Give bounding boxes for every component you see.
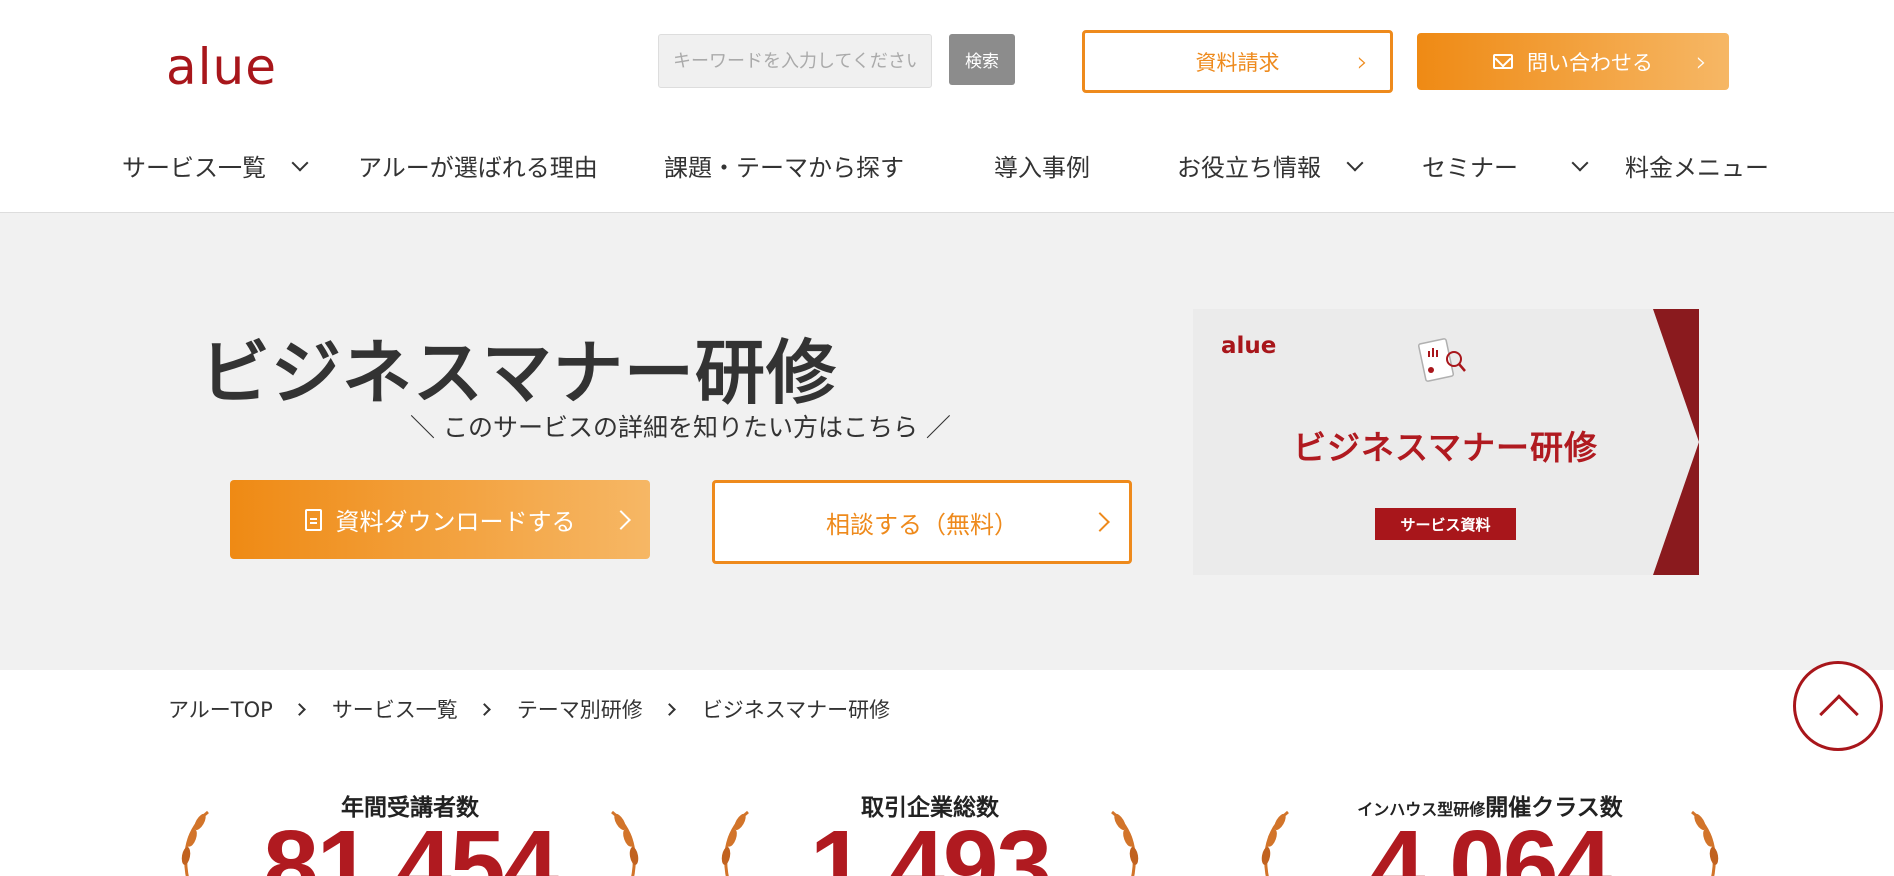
page-title: ビジネスマナー研修 — [200, 332, 837, 414]
document-icon — [304, 508, 322, 531]
breadcrumb: アルーTOP サービス一覧 テーマ別研修 ビジネスマナー研修 — [168, 694, 890, 724]
nav-item-cases[interactable]: 導入事例 — [994, 148, 1090, 183]
chevron-down-icon — [291, 154, 309, 171]
back-to-top-button[interactable] — [1793, 661, 1883, 751]
breadcrumb-item-top[interactable]: アルーTOP — [168, 694, 273, 724]
nav-item-themes[interactable]: 課題・テーマから探す — [664, 148, 904, 183]
doc-request-button[interactable]: 資料請求 › — [1082, 30, 1393, 93]
banner-tag: サービス資料 — [1375, 508, 1516, 540]
contact-label: 問い合わせる — [1527, 50, 1653, 75]
mail-icon — [1493, 54, 1513, 69]
main-nav: サービス一覧 アルーが選ばれる理由 課題・テーマから探す 導入事例 お役立ち情報… — [0, 148, 1894, 188]
hero-section: ビジネスマナー研修 ＼ このサービスの詳細を知りたい方はこちら ／ 資料ダウンロ… — [0, 213, 1894, 670]
nav-item-label: アルーが選ばれる理由 — [358, 154, 598, 182]
stat-value: 1,493 — [809, 810, 1052, 876]
consult-label: 相談する（無料） — [826, 510, 1018, 539]
stat-value: 4,064 — [1369, 810, 1612, 876]
chevron-down-icon — [1571, 154, 1589, 171]
contact-button[interactable]: 問い合わせる › — [1417, 33, 1729, 90]
laurel-left-icon — [1261, 810, 1289, 876]
laurel-left-icon — [181, 810, 209, 876]
breadcrumb-item-services[interactable]: サービス一覧 — [332, 694, 458, 724]
laurel-left-icon — [721, 810, 749, 876]
banner-title: ビジネスマナー研修 — [1293, 428, 1599, 467]
hero-subtitle: ＼ このサービスの詳細を知りたい方はこちら ／ — [410, 413, 951, 442]
banner-logo: alue — [1221, 333, 1277, 359]
chevron-right-icon: › — [1356, 44, 1368, 78]
chevron-right-icon — [1090, 512, 1110, 532]
chevron-right-icon: › — [1695, 44, 1707, 78]
nav-item-label: 導入事例 — [994, 154, 1090, 182]
chevron-right-icon — [292, 702, 306, 716]
search-button[interactable]: 検索 — [949, 34, 1015, 85]
site-logo[interactable]: alue — [166, 38, 277, 96]
breadcrumb-item-theme[interactable]: テーマ別研修 — [517, 694, 643, 724]
laurel-right-icon — [1111, 810, 1139, 876]
nav-item-services[interactable]: サービス一覧 — [122, 148, 309, 183]
download-button[interactable]: 資料ダウンロードする — [230, 480, 650, 559]
nav-item-resources[interactable]: お役立ち情報 — [1177, 148, 1364, 183]
laurel-right-icon — [1691, 810, 1719, 876]
nav-item-label: 料金メニュー — [1625, 154, 1769, 182]
chevron-right-icon — [477, 702, 491, 716]
nav-item-label: サービス一覧 — [122, 154, 266, 182]
service-document-banner[interactable]: alue ビジネスマナー研修 サービス資料 — [1193, 309, 1699, 575]
chevron-up-icon — [1819, 694, 1859, 734]
chevron-down-icon — [1346, 154, 1364, 171]
site-header: alue 検索 資料請求 › 問い合わせる › サービス一覧 アルーが選ばれる理… — [0, 0, 1894, 213]
laurel-right-icon — [611, 810, 639, 876]
nav-item-reasons[interactable]: アルーが選ばれる理由 — [358, 148, 598, 183]
document-search-icon — [1418, 338, 1466, 382]
nav-item-seminar[interactable]: セミナー — [1422, 148, 1589, 183]
nav-item-label: お役立ち情報 — [1177, 154, 1321, 182]
banner-stripe — [1653, 309, 1699, 575]
chevron-right-icon — [662, 702, 676, 716]
stat-value: 81,454 — [263, 810, 559, 876]
consult-button[interactable]: 相談する（無料） — [712, 480, 1132, 564]
doc-request-label: 資料請求 — [1195, 50, 1280, 75]
nav-item-label: セミナー — [1422, 154, 1518, 182]
download-label: 資料ダウンロードする — [335, 508, 576, 536]
nav-item-pricing[interactable]: 料金メニュー — [1625, 148, 1769, 183]
chevron-right-icon — [611, 509, 631, 530]
nav-item-label: 課題・テーマから探す — [664, 154, 904, 182]
breadcrumb-item-current: ビジネスマナー研修 — [701, 698, 891, 722]
search-input[interactable] — [658, 34, 932, 88]
